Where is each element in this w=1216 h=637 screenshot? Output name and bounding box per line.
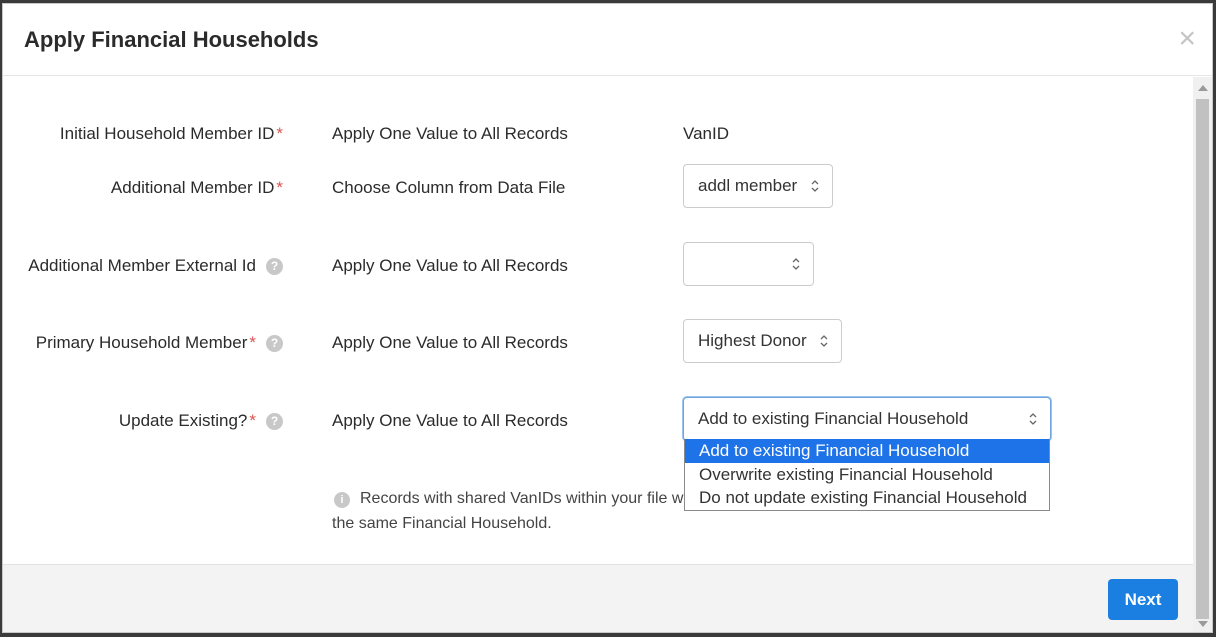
field-row-additional-member-id: Additional Member ID * Choose Column from… — [3, 173, 1193, 203]
primary-household-member-select[interactable]: Highest Donor — [683, 319, 842, 363]
scroll-up-arrow-icon[interactable] — [1198, 85, 1208, 91]
field-mode: Apply One Value to All Records — [332, 256, 568, 275]
chevron-updown-icon — [811, 180, 819, 192]
additional-member-id-select[interactable]: addl member — [683, 164, 833, 208]
field-value-vanid: VanID — [683, 124, 729, 143]
field-label: Additional Member ID * — [111, 173, 283, 203]
field-row-additional-member-external-id: Additional Member External Id ? Apply On… — [3, 251, 1193, 281]
field-label-text: Initial Household Member ID — [59, 124, 275, 143]
help-icon[interactable]: ? — [266, 412, 283, 430]
required-marker: * — [249, 411, 256, 430]
apply-financial-households-dialog: Apply Financial Households × Initial Hou… — [2, 3, 1213, 633]
required-marker: * — [276, 178, 283, 197]
select-value: addl member — [698, 176, 798, 195]
vertical-scrollbar[interactable] — [1193, 77, 1212, 632]
field-row-initial-member-id: Initial Household Member ID * Apply One V… — [3, 119, 1193, 149]
required-marker: * — [249, 333, 256, 352]
chevron-updown-icon — [792, 258, 800, 270]
help-icon[interactable]: ? — [266, 257, 283, 275]
field-mode: Apply One Value to All Records — [332, 333, 568, 352]
dialog-header: Apply Financial Households × — [3, 4, 1212, 76]
info-note: i Records with shared VanIDs within your … — [332, 486, 692, 536]
select-value: Add to existing Financial Household — [698, 409, 969, 428]
field-mode: Choose Column from Data File — [332, 178, 566, 197]
scroll-thumb[interactable] — [1196, 99, 1209, 619]
dialog-footer: Next — [3, 564, 1194, 632]
dialog-body: Initial Household Member ID * Apply One V… — [3, 76, 1212, 562]
info-note-line1: Records with shared VanIDs within your f… — [360, 490, 684, 507]
field-mode: Apply One Value to All Records — [332, 411, 568, 430]
required-marker: * — [276, 124, 283, 143]
field-label-text: Update Existing? — [118, 411, 248, 430]
field-label: Update Existing? * ? — [119, 406, 283, 436]
field-label: Initial Household Member ID * — [60, 119, 283, 149]
field-label-text: Additional Member External Id — [28, 256, 256, 275]
field-mode: Apply One Value to All Records — [332, 124, 568, 143]
dropdown-option-overwrite[interactable]: Overwrite existing Financial Household — [685, 463, 1049, 487]
update-existing-dropdown-list: Add to existing Financial Household Over… — [684, 439, 1050, 511]
info-note-line2: the same Financial Household. — [332, 515, 552, 532]
field-label: Primary Household Member * ? — [36, 328, 283, 358]
scroll-down-arrow-icon[interactable] — [1198, 621, 1208, 627]
dialog-title: Apply Financial Households — [24, 26, 319, 52]
help-icon[interactable]: ? — [266, 334, 283, 352]
chevron-updown-icon — [1029, 413, 1037, 425]
field-row-primary-household-member: Primary Household Member * ? Apply One Va… — [3, 328, 1193, 358]
dropdown-option-do-not-update[interactable]: Do not update existing Financial Househo… — [685, 486, 1049, 510]
field-label: Additional Member External Id ? — [28, 251, 283, 281]
update-existing-select[interactable]: Add to existing Financial Household — [683, 397, 1051, 441]
additional-member-external-id-select[interactable] — [683, 242, 814, 286]
dropdown-option-add[interactable]: Add to existing Financial Household — [685, 439, 1049, 463]
info-icon: i — [334, 492, 350, 508]
field-label-text: Primary Household Member — [35, 333, 248, 352]
close-icon[interactable]: × — [1178, 24, 1196, 54]
select-value: Highest Donor — [698, 331, 807, 350]
next-button[interactable]: Next — [1108, 579, 1178, 620]
field-label-text: Additional Member ID — [110, 178, 275, 197]
chevron-updown-icon — [820, 335, 828, 347]
